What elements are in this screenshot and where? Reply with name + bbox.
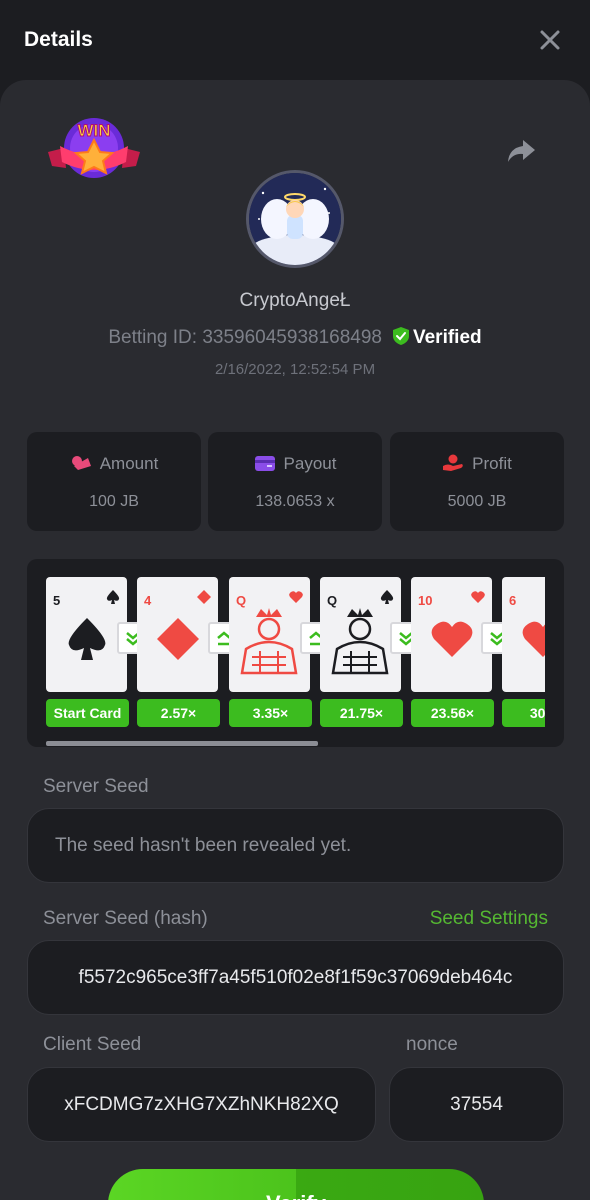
card-multiplier: Start Card	[46, 699, 129, 727]
card-multiplier: 21.75×	[320, 699, 403, 727]
client-seed-label: Client Seed	[43, 1034, 142, 1055]
avatar	[246, 170, 344, 268]
spade-icon	[380, 590, 394, 604]
card-rank: 10	[418, 593, 433, 608]
client-seed-field[interactable]: xFCDMG7zXHG7XZhNKH82XQ	[27, 1067, 376, 1142]
card-multiplier: 3.35×	[229, 699, 312, 727]
queen-face-icon	[240, 608, 298, 675]
stat-payout-value: 138.0653 x	[255, 493, 335, 510]
spade-icon	[106, 590, 120, 604]
details-panel: WIN CryptoAngeŁ Betting ID: 335960459381…	[0, 80, 590, 1200]
stat-amount-value: 100 JB	[89, 493, 139, 510]
card-3: Q	[229, 577, 310, 692]
stat-profit: Profit 5000 JB	[390, 432, 564, 531]
stat-payout-label: Payout	[283, 454, 337, 473]
badge-text: WIN	[77, 121, 110, 140]
server-seed-field[interactable]: The seed hasn't been revealed yet.	[27, 808, 564, 883]
bet-datetime: 2/16/2022, 12:52:54 PM	[214, 361, 376, 378]
card-history-scroller[interactable]: 5 Start Card 4 2.57× Q 3.35× Q 21.75× 10…	[46, 577, 545, 727]
card-4: Q	[320, 577, 401, 692]
stat-payout: Payout 138.0653 x	[208, 432, 382, 531]
card-5: 10	[411, 577, 492, 692]
server-seed-hash-field[interactable]: f5572c965ce3ff7a45f510f02e8f1f59c37069de…	[27, 940, 564, 1015]
heart-icon	[522, 621, 545, 657]
coins-icon	[71, 456, 91, 470]
heart-icon	[471, 591, 485, 603]
scrollbar-thumb[interactable]	[46, 741, 318, 746]
server-seed-hash-label: Server Seed (hash)	[43, 908, 208, 929]
betting-id-row: Betting ID: 33596045938168498 Verified	[0, 326, 590, 349]
stat-amount-label: Amount	[99, 454, 159, 473]
wallet-icon	[254, 456, 275, 471]
diamond-icon	[197, 590, 211, 604]
card-rank: Q	[236, 593, 247, 608]
nonce-label: nonce	[406, 1034, 458, 1055]
top-bar: Details	[0, 0, 590, 80]
heart-icon	[289, 591, 303, 603]
share-icon[interactable]	[506, 138, 536, 164]
card-6: 6	[502, 577, 545, 692]
card-rank: 4	[144, 593, 152, 608]
nonce-field[interactable]: 37554	[389, 1067, 564, 1142]
card-multiplier: 23.56×	[411, 699, 494, 727]
verified-shield-icon	[392, 327, 409, 345]
server-seed-label: Server Seed	[43, 776, 149, 797]
betting-id-label: Betting ID:	[108, 327, 198, 348]
card-history-scrollbar[interactable]	[46, 741, 545, 747]
verify-button[interactable]: Verify	[108, 1169, 484, 1200]
card-rank: 5	[53, 593, 61, 608]
username: CryptoAngeŁ	[239, 290, 351, 311]
spade-icon	[68, 618, 106, 660]
queen-face-icon	[331, 608, 389, 675]
seed-settings-link[interactable]: Seed Settings	[430, 908, 548, 930]
stat-profit-label: Profit	[472, 454, 512, 473]
hand-coin-icon	[443, 454, 463, 471]
card-2: 4	[137, 577, 218, 692]
card-multiplier: 2.57×	[137, 699, 220, 727]
diamond-icon	[157, 618, 199, 660]
verified-label: Verified	[412, 327, 482, 348]
card-rank: 6	[509, 593, 517, 608]
betting-id: 33596045938168498	[202, 327, 382, 348]
card-history: 5 Start Card 4 2.57× Q 3.35× Q 21.75× 10…	[27, 559, 564, 747]
win-badge-icon: WIN	[48, 118, 140, 178]
stat-amount: Amount 100 JB	[27, 432, 201, 531]
card-1: 5	[46, 577, 127, 692]
stat-profit-value: 5000 JB	[447, 493, 507, 510]
heart-icon	[431, 621, 473, 657]
page-title: Details	[24, 28, 93, 51]
card-rank: Q	[327, 593, 338, 608]
angel-avatar-icon	[249, 173, 341, 265]
card-multiplier: 30.6	[502, 699, 545, 727]
close-icon[interactable]	[538, 28, 562, 52]
